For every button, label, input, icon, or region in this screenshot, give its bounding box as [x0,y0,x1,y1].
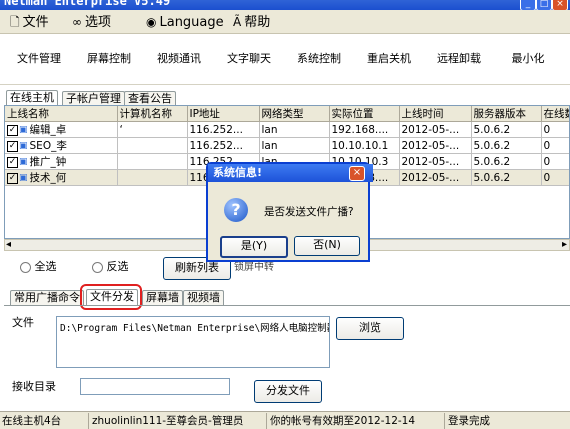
yes-button[interactable]: 是(Y) [220,236,288,258]
radio-icon [20,261,31,273]
highlight-marker [80,284,142,310]
select-all-radio[interactable]: 全选 [20,259,57,275]
menu-file[interactable]: 🗋 文件 [10,13,49,31]
toolbar-screen-control[interactable]: 屏幕控制 [78,35,140,83]
table-row[interactable]: ✓ ▣ SEO_李 116.252... lan 10.10.10.1 2012-0… [5,137,569,154]
minimize-button[interactable]: _ [520,0,536,10]
toolbar-restart[interactable]: 重启关机 [358,35,420,83]
computer-icon: ▣ [19,157,28,167]
col-header[interactable]: 在线数 [541,106,569,122]
toolbar-uninstall[interactable]: 远程卸载 [428,35,490,83]
dest-dir-input[interactable] [80,378,230,395]
tab-panel-divider [4,305,570,306]
scroll-left-icon[interactable]: ◂ [6,239,11,250]
status-account: zhuolinlin111-至尊会员-管理员 [92,415,244,427]
toolbar-video[interactable]: 视频通讯 [148,35,210,83]
menu-help[interactable]: Ã 帮助 [233,13,270,31]
toolbar-text-chat[interactable]: 文字聊天 [218,35,280,83]
col-header[interactable]: 服务器版本 [471,106,542,122]
no-button[interactable]: 否(N) [294,236,360,256]
dialog-message: 是否发送文件广播? [264,206,354,218]
tab-screen-wall[interactable]: 屏幕墙 [142,290,183,306]
help-icon: Ã [233,15,242,29]
dialog-close-icon[interactable]: × [349,166,365,181]
computer-icon: ▣ [19,125,28,135]
maximize-button[interactable]: □ [536,0,552,10]
menu-options[interactable]: ∞ 选项 [72,13,111,31]
file-path-field[interactable]: D:\Program Files\Netman Enterprise\网络人电脑… [56,316,330,368]
table-header: 上线名称 计算机名称 IP地址 网络类型 实际位置 上线时间 服务器版本 在线数 [5,106,569,122]
col-header[interactable]: 上线名称 [5,106,118,122]
title-bar: Netman Enterprise V5.49 _ □ × [0,0,570,10]
glasses-icon: ∞ [72,15,82,29]
checkbox[interactable]: ✓ [7,156,18,168]
file-icon: 🗋 [10,15,20,29]
status-expiry: 你的帐号有效期至2012-12-14 [270,415,416,427]
lock-screen-label: 锁屏中转 [234,262,274,273]
window-title: Netman Enterprise V5.49 [4,0,171,8]
browse-button[interactable]: 浏览 [336,317,404,340]
computer-icon: ▣ [19,141,28,151]
close-button[interactable]: × [552,0,568,10]
toolbar: 文件管理 屏幕控制 视频通讯 文字聊天 系统控制 重启关机 远程卸载 最小化 [0,35,570,85]
radio-icon [92,261,103,273]
status-host-count: 在线主机4台 [2,415,62,427]
send-file-button[interactable]: 分发文件 [254,380,322,403]
col-header[interactable]: 网络类型 [259,106,330,122]
toolbar-minimize[interactable]: 最小化 [500,35,556,83]
col-header[interactable]: IP地址 [187,106,260,122]
col-header[interactable]: 上线时间 [399,106,472,122]
system-info-dialog: 系统信息! × ? 是否发送文件广播? 是(Y) 否(N) [206,162,373,262]
scroll-right-icon[interactable]: ▸ [562,239,567,250]
tab-broadcast-commands[interactable]: 常用广播命令 [10,290,84,306]
checkbox[interactable]: ✓ [7,140,18,152]
toolbar-system-control[interactable]: 系统控制 [288,35,350,83]
checkbox[interactable]: ✓ [7,124,18,136]
col-header[interactable]: 实际位置 [329,106,400,122]
top-tab-strip: 在线主机 子帐户管理 查看公告 [0,90,570,107]
col-header[interactable]: 计算机名称 [117,106,188,122]
menu-language[interactable]: ◉ Language [146,13,224,31]
toolbar-file-manage[interactable]: 文件管理 [8,35,70,83]
question-icon: ? [224,198,248,222]
menu-bar: 🗋 文件 ∞ 选项 ◉ Language Ã 帮助 [0,10,570,34]
checkbox[interactable]: ✓ [7,172,18,184]
table-row[interactable]: ✓ ▣ 编辑_卓 ‘ 116.252... lan 192.168.... 2012… [5,121,569,138]
tab-video-wall[interactable]: 视频墙 [183,290,224,306]
file-label: 文件 [12,316,34,329]
status-login: 登录完成 [448,415,490,427]
invert-select-radio[interactable]: 反选 [92,259,129,275]
globe-icon: ◉ [146,15,157,29]
computer-icon: ▣ [19,173,28,183]
status-bar: 在线主机4台 zhuolinlin111-至尊会员-管理员 你的帐号有效期至20… [0,411,570,429]
dest-dir-label: 接收目录 [12,380,56,393]
